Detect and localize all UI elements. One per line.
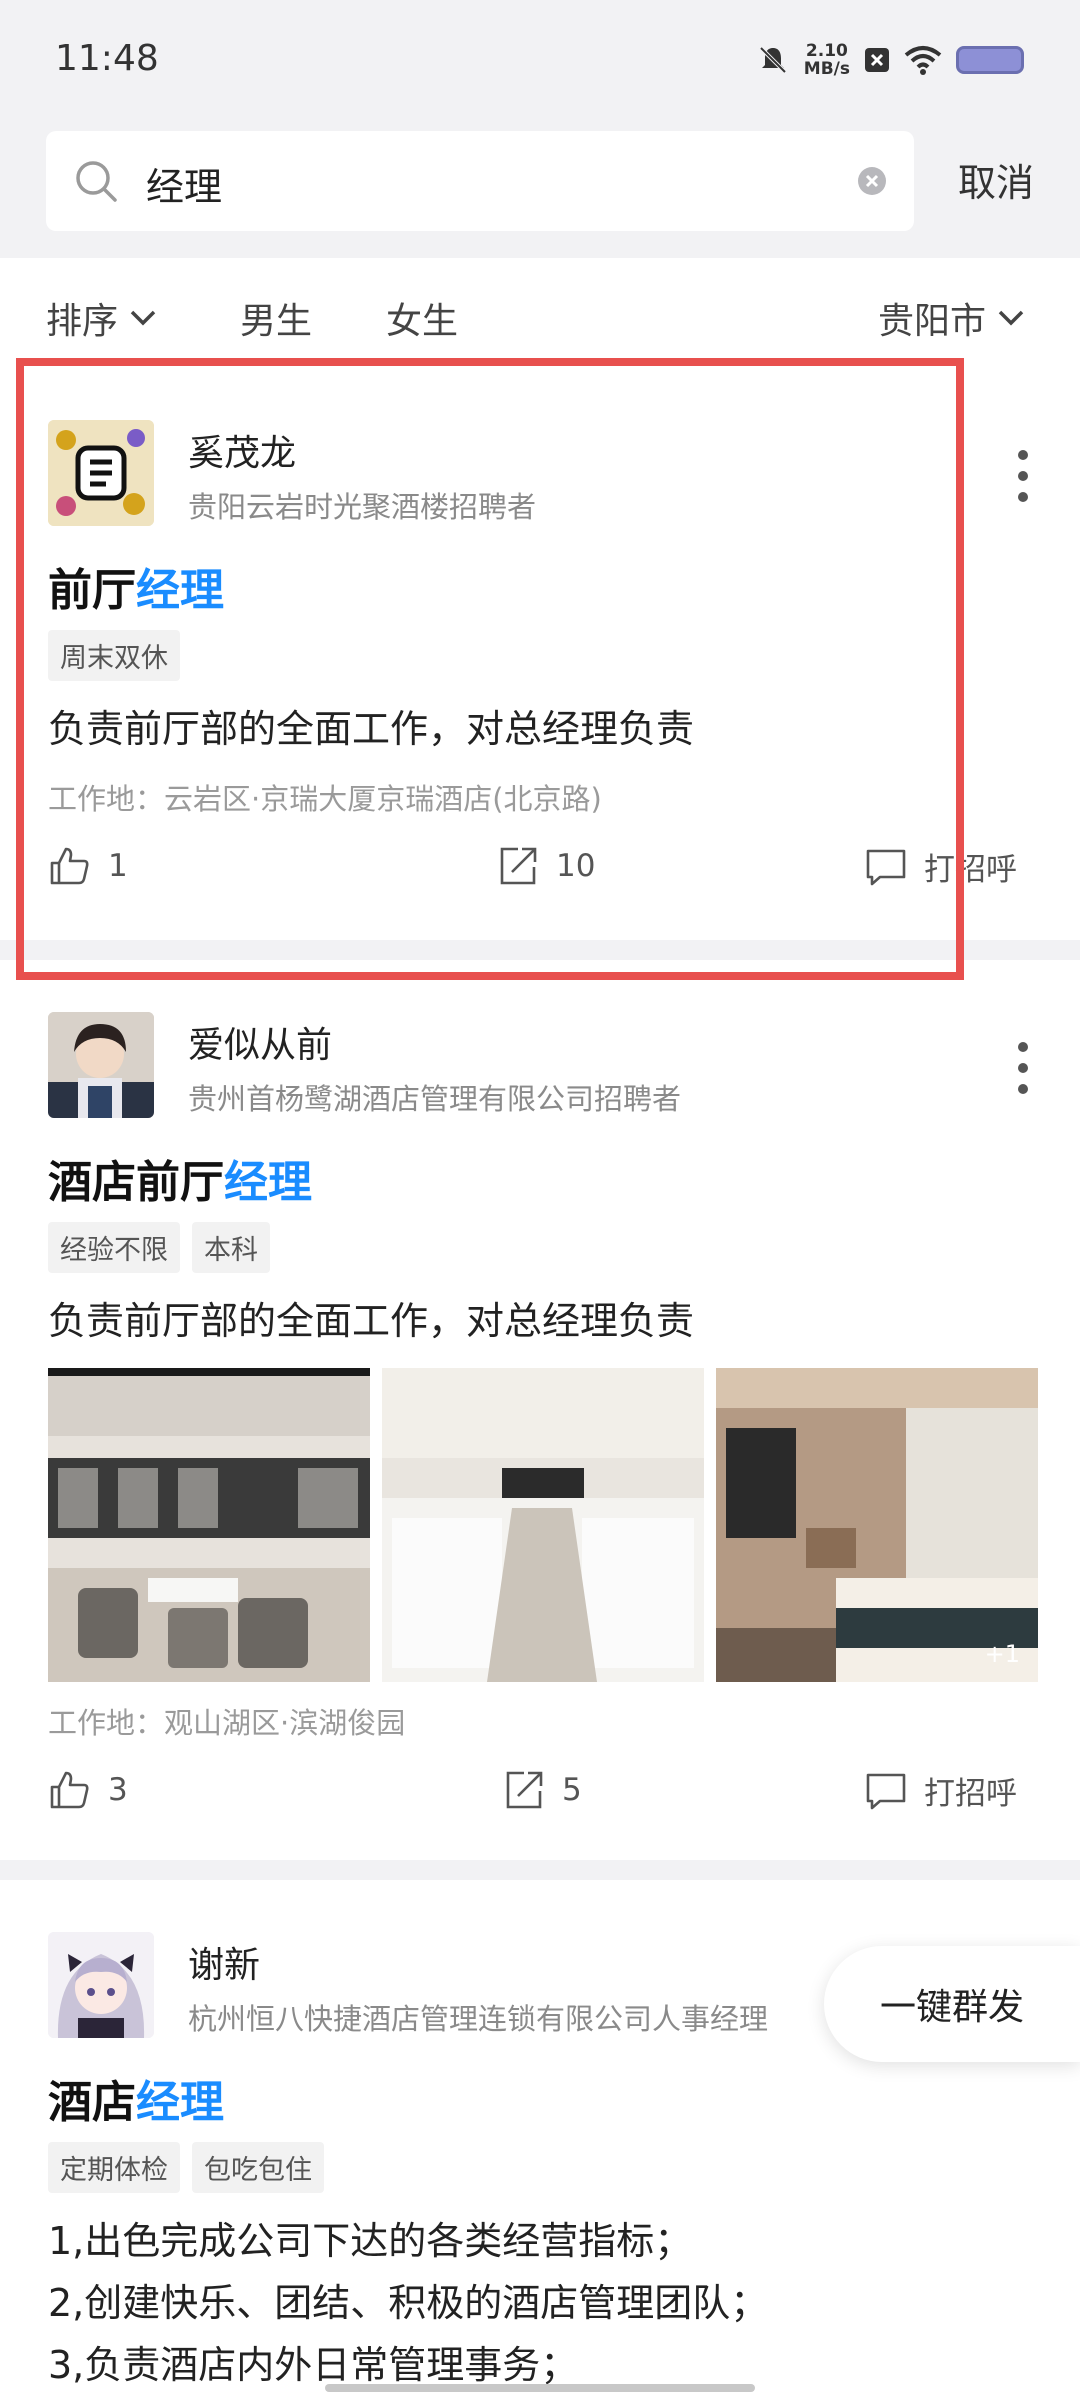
- filter-female-label: 女生: [386, 301, 459, 342]
- job-title[interactable]: 酒店前厅经理: [48, 1146, 312, 1210]
- sim-x-icon: [865, 48, 889, 72]
- greet-button[interactable]: 打招呼: [864, 844, 1017, 889]
- photo-conference-hall[interactable]: [382, 1368, 704, 1682]
- sort-label: 排序: [46, 301, 119, 342]
- job-title[interactable]: 酒店经理: [48, 2066, 224, 2130]
- mute-bell-icon: [759, 46, 787, 74]
- status-icons: 2.10 MB/s: [756, 42, 1024, 78]
- chevron-down-icon: [130, 310, 156, 326]
- cancel-button[interactable]: 取消: [958, 152, 1034, 207]
- work-location: 工作地：云岩区·京瑞大厦京瑞酒店(北京路): [48, 782, 602, 816]
- bulk-send-button[interactable]: 一键群发: [824, 1946, 1080, 2062]
- tag: 包吃包住: [192, 2142, 324, 2193]
- bulk-send-label: 一键群发: [879, 1987, 1024, 2028]
- job-description: 负责前厅部的全面工作，对总经理负责: [48, 1299, 695, 1343]
- job-title[interactable]: 前厅经理: [48, 554, 224, 618]
- author-name[interactable]: 谢新: [188, 1936, 260, 1988]
- author-company: 贵阳云岩时光聚酒楼招聘者: [188, 490, 537, 524]
- filter-female[interactable]: 女生: [386, 292, 458, 344]
- status-bar: 11:48 2.10 MB/s: [0, 0, 1080, 120]
- filter-male[interactable]: 男生: [240, 292, 312, 344]
- tag: 经验不限: [48, 1222, 180, 1273]
- search-icon: [76, 161, 117, 202]
- battery-icon: [956, 46, 1024, 74]
- tag: 周末双休: [48, 630, 180, 681]
- chat-icon: [866, 849, 906, 885]
- search-query: 经理: [146, 165, 223, 209]
- more-photos-count: +1: [984, 1640, 1020, 1668]
- like-button[interactable]: 1: [48, 844, 128, 888]
- author-name[interactable]: 奚茂龙: [188, 424, 296, 476]
- net-speed-value: 2.10: [805, 41, 848, 61]
- share-count: 10: [556, 848, 596, 884]
- wifi-icon: [904, 46, 942, 75]
- description-line: 2,创建快乐、团结、积极的酒店管理团队；: [48, 2281, 769, 2325]
- job-title-highlight: 经理: [224, 1157, 312, 1208]
- top-header: 11:48 2.10 MB/s 经理 取消: [0, 0, 1080, 258]
- clear-icon[interactable]: [858, 167, 886, 195]
- job-title-prefix: 酒店: [48, 2077, 136, 2128]
- status-time: 11:48: [55, 38, 159, 79]
- net-speed: 2.10 MB/s: [804, 42, 850, 78]
- sort-dropdown[interactable]: 排序: [46, 292, 158, 344]
- description-line: 1,出色完成公司下达的各类经营指标；: [48, 2219, 693, 2263]
- job-description: 1,出色完成公司下达的各类经营指标； 2,创建快乐、团结、积极的酒店管理团队； …: [48, 2210, 768, 2396]
- city-label: 贵阳市: [878, 301, 987, 342]
- greet-label: 打招呼: [924, 1776, 1017, 1812]
- action-bar: 1 10 打招呼: [0, 844, 1080, 904]
- filter-bar: 排序 男生 女生 贵阳市: [0, 258, 1080, 368]
- greet-button[interactable]: 打招呼: [864, 1768, 1017, 1813]
- work-location: 工作地：观山湖区·滨湖俊园: [48, 1706, 406, 1740]
- like-button[interactable]: 3: [48, 1768, 128, 1812]
- share-button[interactable]: 5: [502, 1768, 582, 1812]
- more-icon[interactable]: [1016, 450, 1030, 502]
- share-icon: [500, 847, 537, 885]
- divider: [0, 940, 1080, 960]
- share-count: 5: [562, 1772, 582, 1808]
- share-button[interactable]: 10: [496, 844, 595, 888]
- author-company: 贵州首杨鹭湖酒店管理有限公司招聘者: [188, 1082, 682, 1116]
- more-icon[interactable]: [1016, 1042, 1030, 1094]
- filter-male-label: 男生: [240, 301, 313, 342]
- photo-gallery: +1: [48, 1368, 1038, 1682]
- job-title-highlight: 经理: [136, 565, 224, 616]
- author-name[interactable]: 爱似从前: [188, 1016, 332, 1068]
- photo-restaurant[interactable]: [48, 1368, 370, 1682]
- job-description: 负责前厅部的全面工作，对总经理负责: [48, 707, 695, 751]
- city-dropdown[interactable]: 贵阳市: [878, 292, 1026, 344]
- author-company: 杭州恒八快捷酒店管理连锁有限公司人事经理: [188, 2002, 769, 2036]
- share-icon: [506, 1771, 543, 1809]
- like-count: 3: [108, 1772, 128, 1808]
- tag-list: 周末双休: [48, 630, 180, 681]
- post-card[interactable]: 奚茂龙 贵阳云岩时光聚酒楼招聘者 前厅经理 周末双休 负责前厅部的全面工作，对总…: [0, 368, 1080, 940]
- photo-hotel-room[interactable]: +1: [716, 1368, 1038, 1682]
- avatar[interactable]: [48, 1932, 154, 2038]
- avatar[interactable]: [48, 1012, 154, 1118]
- search-input[interactable]: 经理: [46, 131, 914, 231]
- tag: 本科: [192, 1222, 270, 1273]
- net-speed-unit: MB/s: [803, 59, 850, 79]
- divider: [0, 1860, 1080, 1880]
- home-indicator[interactable]: [325, 2384, 755, 2392]
- like-count: 1: [108, 848, 128, 884]
- tag-list: 经验不限 本科: [48, 1222, 270, 1273]
- greet-label: 打招呼: [924, 852, 1017, 888]
- job-title-prefix: 酒店前厅: [48, 1157, 224, 1208]
- tag-list: 定期体检 包吃包住: [48, 2142, 324, 2193]
- avatar[interactable]: [48, 420, 154, 526]
- job-title-highlight: 经理: [136, 2077, 224, 2128]
- thumbs-up-icon: [50, 847, 89, 885]
- chat-icon: [866, 1773, 906, 1809]
- action-bar: 3 5 打招呼: [0, 1768, 1080, 1828]
- tag: 定期体检: [48, 2142, 180, 2193]
- thumbs-up-icon: [50, 1771, 89, 1809]
- job-title-prefix: 前厅: [48, 565, 136, 616]
- chevron-down-icon: [998, 310, 1024, 326]
